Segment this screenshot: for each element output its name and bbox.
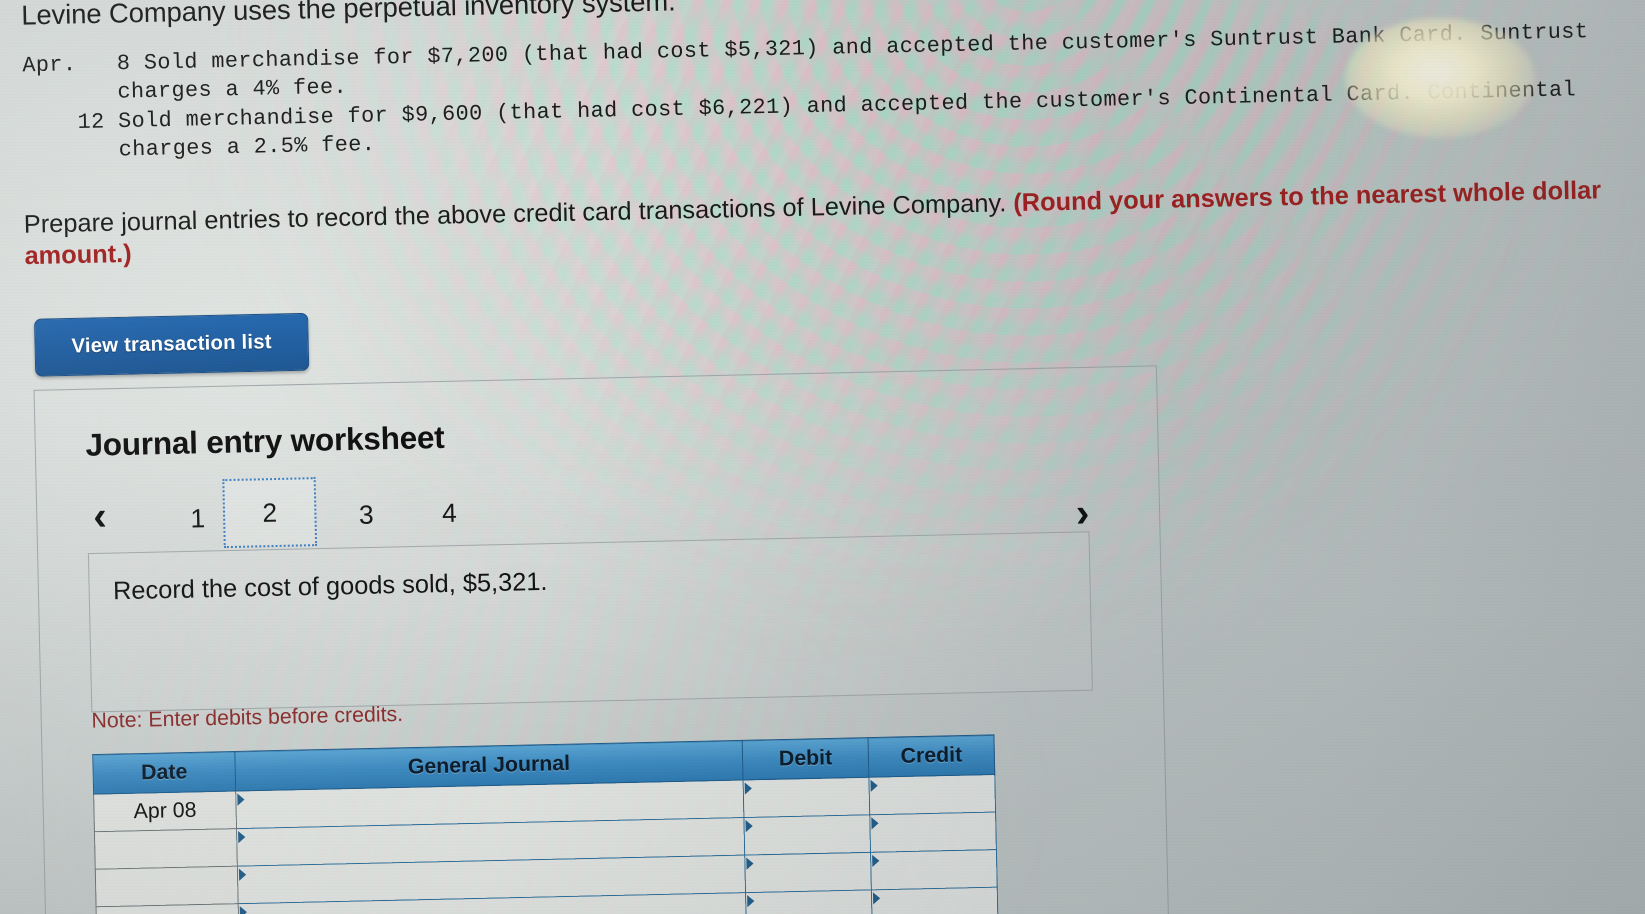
worksheet-tab-1[interactable]: 1 [174,489,222,547]
dropdown-triangle-icon [871,817,879,830]
worksheet-instruction-box [87,531,1093,713]
cell-debit[interactable] [743,777,870,818]
column-header-date: Date [92,751,236,795]
worksheet-tab-3[interactable]: 3 [342,486,390,544]
worksheet-tab-4-label: 4 [441,496,458,528]
cell-credit[interactable] [870,849,998,890]
dropdown-triangle-icon [746,857,754,870]
dropdown-triangle-icon [239,906,248,914]
worksheet-tab-1-label: 1 [190,502,206,534]
cell-debit[interactable] [745,889,873,914]
cell-credit[interactable] [871,887,999,914]
dropdown-triangle-icon [238,830,246,844]
column-header-credit: Credit [868,734,995,778]
worksheet-tab-2[interactable]: 2 [222,477,318,549]
dropdown-triangle-icon [744,782,753,795]
dropdown-triangle-icon [238,868,247,881]
cell-debit[interactable] [743,814,871,856]
journal-entry-table: Date General Journal Debit Credit Apr 08 [92,734,999,914]
cell-debit[interactable] [744,852,872,893]
problem-statement: Levine Company uses the perpetual invent… [21,0,1645,167]
dropdown-triangle-icon [870,779,878,792]
cell-credit[interactable] [868,774,996,815]
cell-credit[interactable] [869,812,997,853]
chevron-right-icon[interactable]: › [1075,491,1089,536]
worksheet-tab-2-label: 2 [262,496,278,528]
cell-date[interactable]: Apr 08 [93,791,237,832]
view-transaction-list-button[interactable]: View transaction list [34,312,310,377]
screen-photo: Levine Company uses the perpetual invent… [0,0,1645,914]
worksheet-tab-4[interactable]: 4 [425,484,473,542]
worksheet-tab-3-label: 3 [358,498,374,530]
view-transaction-list-label: View transaction list [71,330,272,358]
worksheet-title: Journal entry worksheet [85,419,445,463]
cell-date[interactable] [94,828,238,870]
transaction-list-text: Apr. 8 Sold merchandise for $7,200 (that… [22,19,1589,165]
chevron-left-icon[interactable]: ‹ [93,494,107,539]
dropdown-triangle-icon [747,894,755,908]
column-header-debit: Debit [742,737,869,780]
prepare-instruction: Prepare journal entries to record the ab… [24,174,1645,273]
prepare-instruction-plain: Prepare journal entries to record the ab… [23,188,1014,239]
dropdown-triangle-icon [872,854,880,867]
dropdown-triangle-icon [745,819,753,833]
dropdown-triangle-icon [872,892,881,905]
dropdown-triangle-icon [237,793,245,806]
cell-date[interactable] [95,866,239,907]
page-content: Levine Company uses the perpetual invent… [0,0,1645,914]
